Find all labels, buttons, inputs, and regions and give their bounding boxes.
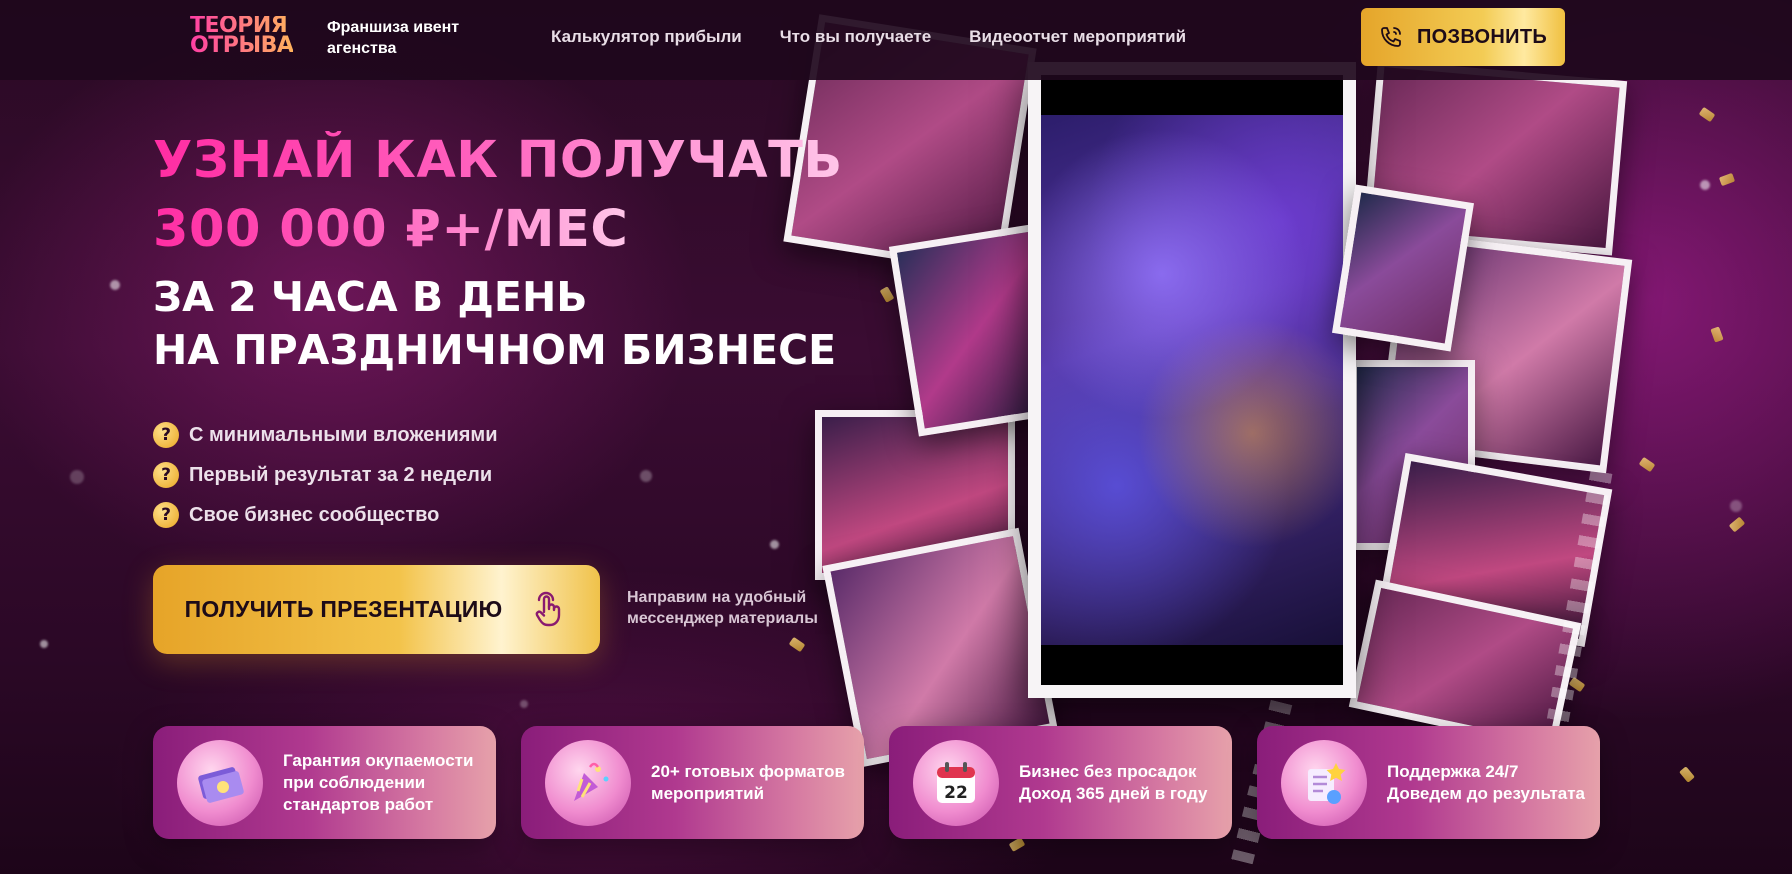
feature-card: 22 Бизнес без просадок Доход 365 дней в …: [889, 726, 1232, 839]
feature-card-text: Поддержка 24/7 Доведем до результата: [1387, 761, 1586, 803]
question-icon: ?: [153, 462, 179, 488]
feature-card: 20+ готовых форматов мероприятий: [521, 726, 864, 839]
benefit-item: ? Первый результат за 2 недели: [153, 462, 498, 488]
feature-card-text: Гарантия окупаемости при соблюдении стан…: [283, 750, 474, 814]
hero-title-line1: УЗНАЙ КАК ПОЛУЧАТЬ: [153, 131, 843, 190]
brand-logo[interactable]: ТЕОРИЯ ОТРЫВА: [190, 16, 293, 56]
question-icon: ?: [153, 502, 179, 528]
nav-link-profit-calculator[interactable]: Калькулятор прибыли: [551, 27, 742, 47]
feature-cards: Гарантия окупаемости при соблюдении стан…: [153, 726, 1600, 839]
calendar-icon: 22: [913, 739, 999, 826]
benefits-list: ? С минимальными вложениями ? Первый рез…: [153, 422, 498, 543]
hero-title-line2: 300 000 ₽+/МЕС: [153, 200, 629, 259]
question-icon: ?: [153, 422, 179, 448]
calendar-day: 22: [944, 783, 968, 803]
benefit-item: ? Свое бизнес сообщество: [153, 502, 498, 528]
get-presentation-label: ПОЛУЧИТЬ ПРЕЗЕНТАЦИЮ: [184, 596, 503, 622]
money-stack-icon: [177, 739, 263, 826]
tap-hand-icon: [536, 591, 561, 626]
benefit-label: Свое бизнес сообщество: [189, 503, 440, 526]
benefit-label: Первый результат за 2 недели: [189, 463, 493, 486]
get-presentation-button[interactable]: ПОЛУЧИТЬ ПРЕЗЕНТАЦИЮ: [153, 565, 600, 654]
feature-card-text: 20+ готовых форматов мероприятий: [651, 761, 845, 803]
hero-subtitle-line2: НА ПРАЗДНИЧНОМ БИЗНЕСЕ: [153, 326, 837, 374]
cta-note: Направим на удобный мессенджер материалы: [627, 589, 818, 627]
event-photo: [1332, 184, 1474, 352]
video-screen[interactable]: [1041, 75, 1343, 685]
feature-card-text: Бизнес без просадок Доход 365 дней в год…: [1019, 761, 1208, 803]
nav-link-video-report[interactable]: Видеоотчет мероприятий: [969, 27, 1186, 47]
feature-card: Поддержка 24/7 Доведем до результата: [1257, 726, 1600, 839]
franchise-label: Франшиза ивент агенства: [327, 19, 460, 57]
video-report-player[interactable]: [1028, 62, 1356, 698]
benefit-label: С минимальными вложениями: [189, 423, 498, 446]
benefit-item: ? С минимальными вложениями: [153, 422, 498, 448]
call-button-label: ПОЗВОНИТЬ: [1416, 25, 1548, 48]
site-header: ТЕОРИЯ ОТРЫВА Франшиза ивент агенства Ка…: [0, 0, 1792, 80]
phone-icon: [1381, 27, 1401, 47]
support-checklist-icon: [1281, 739, 1367, 826]
main-nav: Калькулятор прибыли Что вы получаете Вид…: [551, 27, 1186, 47]
nav-link-what-you-get[interactable]: Что вы получаете: [780, 27, 931, 47]
video-preview-image: [1041, 115, 1343, 645]
party-popper-icon: [545, 739, 631, 826]
call-button[interactable]: ПОЗВОНИТЬ: [1361, 8, 1565, 66]
feature-card: Гарантия окупаемости при соблюдении стан…: [153, 726, 496, 839]
hero-subtitle-line1: ЗА 2 ЧАСА В ДЕНЬ: [153, 273, 588, 321]
